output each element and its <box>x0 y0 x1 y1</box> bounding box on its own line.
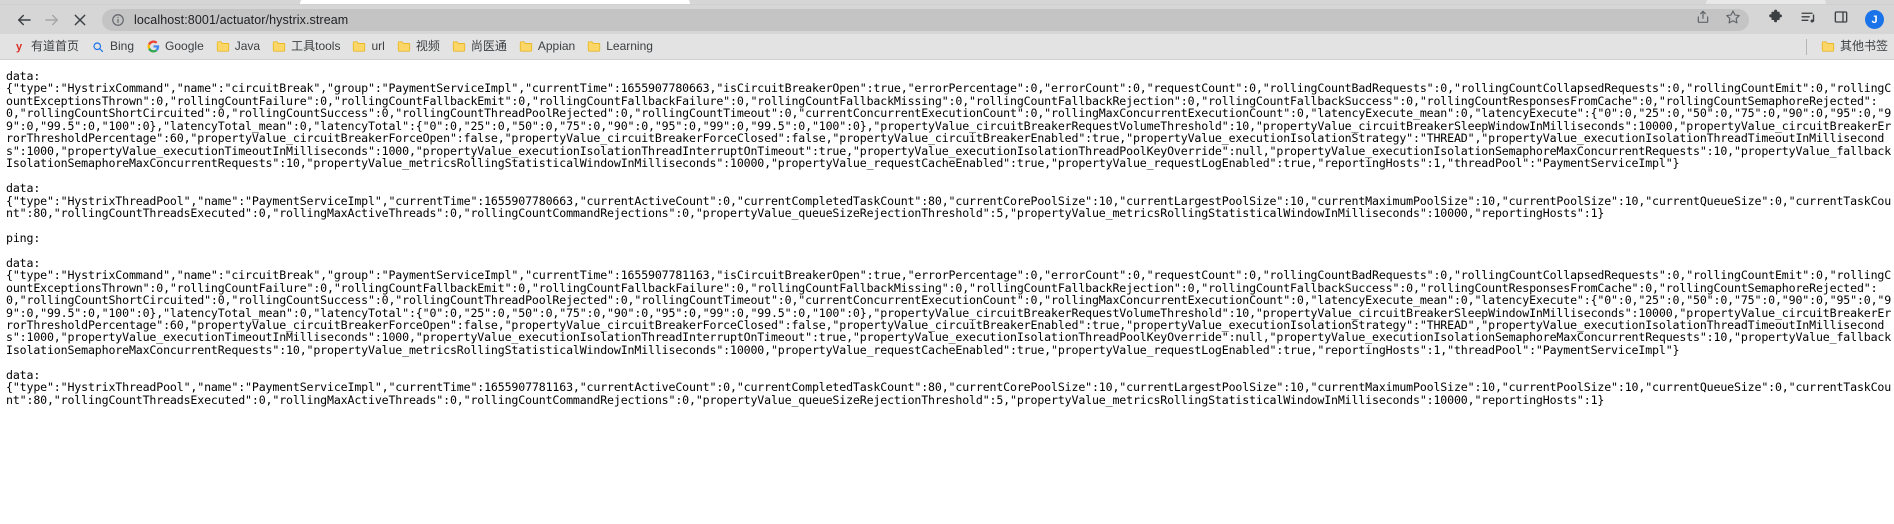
folder-glyph-icon <box>272 41 286 52</box>
back-arrow-icon <box>18 14 31 25</box>
stream-line: ping: <box>6 230 41 245</box>
stream-line: {"type":"HystrixCommand","name":"circuit… <box>6 268 1892 357</box>
page-viewport: data: {"type":"HystrixCommand","name":"ci… <box>0 60 1894 524</box>
hystrix-stream-text: data: {"type":"HystrixCommand","name":"ci… <box>6 70 1894 406</box>
active-tab[interactable] <box>300 0 690 4</box>
stream-line: data: <box>6 181 41 196</box>
bookmark-folder-shangyitong[interactable]: 尚医通 <box>446 37 513 56</box>
bookmark-folder-java[interactable]: Java <box>210 37 266 56</box>
browser-window: localhost:8001/actuator/hystrix.stream J… <box>0 0 1894 524</box>
media-list-icon[interactable] <box>1800 9 1817 31</box>
bookmark-google[interactable]: Google <box>140 37 210 56</box>
bookmark-label: url <box>371 39 385 53</box>
share-icon[interactable] <box>1695 9 1711 30</box>
stream-blank-line <box>6 356 1892 368</box>
avatar[interactable]: J <box>1865 10 1884 29</box>
folder-glyph-icon <box>588 41 601 52</box>
bookmark-label: Learning <box>606 39 653 53</box>
folder-icon <box>216 40 230 54</box>
google-icon <box>146 40 160 54</box>
google-g-icon <box>147 40 159 53</box>
info-circle-icon <box>112 13 124 26</box>
search-glyph-icon <box>93 41 104 52</box>
other-bookmarks-region: 其他书签 <box>1798 34 1894 59</box>
folder-icon <box>1821 40 1835 54</box>
folder-icon <box>397 40 411 54</box>
toolbar-actions: J <box>1755 9 1884 31</box>
stream-blank-line <box>6 219 1892 231</box>
bookmark-folder-learning[interactable]: Learning <box>581 37 659 56</box>
star-icon[interactable] <box>1725 9 1741 30</box>
browser-toolbar: localhost:8001/actuator/hystrix.stream J <box>0 5 1894 34</box>
stop-button[interactable] <box>66 6 94 34</box>
folder-icon <box>452 40 466 54</box>
stream-line: {"type":"HystrixCommand","name":"circuit… <box>6 81 1892 171</box>
omnibox-actions <box>1687 9 1741 30</box>
bookmark-label: 视频 <box>415 39 440 53</box>
stream-blank-line <box>6 170 1892 182</box>
site-information-icon[interactable] <box>110 12 126 28</box>
side-panel-icon[interactable] <box>1833 9 1849 30</box>
folder-icon <box>587 40 601 54</box>
bookmark-youdao[interactable]: y 有道首页 <box>6 37 85 56</box>
stream-blank-line <box>6 244 1892 256</box>
folder-glyph-icon <box>353 41 366 52</box>
bookmark-star-icon <box>1726 10 1740 24</box>
folder-glyph-icon <box>519 41 532 52</box>
back-button[interactable] <box>10 6 38 34</box>
stream-line: {"type":"HystrixThreadPool","name":"Paym… <box>6 380 1892 407</box>
share-glyph-icon <box>1697 10 1709 23</box>
bookmark-label: Appian <box>537 39 576 53</box>
sidebar-panel-icon <box>1834 11 1848 23</box>
folder-glyph-icon <box>452 41 465 52</box>
close-icon <box>74 14 86 25</box>
folder-icon <box>519 40 533 54</box>
puzzle-piece-icon <box>1769 9 1782 22</box>
bing-icon <box>91 40 105 54</box>
bookmark-label: Google <box>165 39 204 53</box>
bookmark-folder-video[interactable]: 视频 <box>391 37 446 56</box>
bookmark-bing[interactable]: Bing <box>85 37 140 56</box>
bookmark-label: Bing <box>110 39 135 53</box>
address-bar[interactable]: localhost:8001/actuator/hystrix.stream <box>102 8 1749 31</box>
inactive-tab[interactable] <box>1706 0 1826 4</box>
stream-line: {"type":"HystrixThreadPool","name":"Paym… <box>6 193 1892 220</box>
folder-glyph-icon <box>397 41 410 52</box>
forward-button[interactable] <box>38 6 66 34</box>
bookmark-label: Java <box>234 39 261 53</box>
bookmark-folder-appian[interactable]: Appian <box>513 37 581 56</box>
bookmarks-bar: y 有道首页 Bing Google Java 工具tools url 视频 尚… <box>0 34 1894 60</box>
other-bookmarks-button[interactable]: 其他书签 <box>1815 37 1894 56</box>
youdao-icon: y <box>15 40 23 53</box>
folder-glyph-icon <box>1821 41 1835 52</box>
bookmark-label: 有道首页 <box>31 39 80 53</box>
bookmark-label: 尚医通 <box>470 39 507 53</box>
bookmarks-divider <box>1805 38 1807 55</box>
forward-arrow-icon <box>45 14 58 25</box>
playlist-music-icon <box>1801 12 1815 23</box>
url-text[interactable]: localhost:8001/actuator/hystrix.stream <box>134 9 1687 31</box>
bookmark-folder-tools[interactable]: 工具tools <box>266 37 346 56</box>
bookmark-label: 工具tools <box>291 39 341 53</box>
extensions-icon[interactable] <box>1767 9 1784 31</box>
bookmark-folder-url[interactable]: url <box>346 37 390 56</box>
folder-glyph-icon <box>216 41 229 52</box>
other-bookmarks-label: 其他书签 <box>1839 39 1888 53</box>
folder-icon <box>352 40 366 54</box>
folder-icon <box>272 40 286 54</box>
